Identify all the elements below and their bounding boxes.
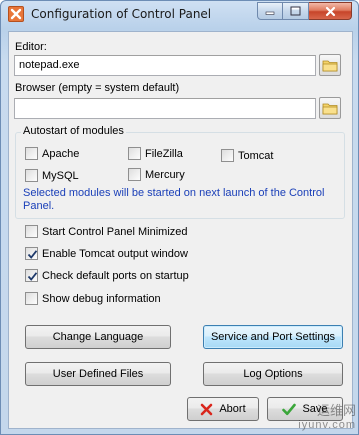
folder-icon [322,60,338,71]
configuration-window: Configuration of Control Panel Editor: n… [0,0,359,435]
caption-buttons [257,2,352,22]
checkbox-label: Show debug information [42,292,161,305]
checkbox-box[interactable] [25,247,38,260]
user-defined-files-button[interactable]: User Defined Files [25,362,171,386]
checkbox-label: Mercury [145,168,185,181]
service-port-settings-button[interactable]: Service and Port Settings [203,325,343,349]
module-checkbox-mercury[interactable]: Mercury [128,168,185,181]
option-debug-info[interactable]: Show debug information [25,292,161,305]
checkbox-label: MySQL [42,169,79,182]
checkmark-icon [27,272,38,281]
cancel-x-icon [200,403,213,416]
folder-icon [322,103,338,114]
module-checkbox-apache[interactable]: Apache [25,147,79,160]
change-language-button[interactable]: Change Language [25,325,171,349]
editor-browse-button[interactable] [319,54,341,76]
watermark-line-2: iyunv.com [298,419,356,431]
checkbox-label: Apache [42,147,80,160]
abort-label: Abort [219,403,246,415]
checkbox-label: Enable Tomcat output window [42,247,188,260]
maximize-icon [290,6,301,16]
editor-input[interactable]: notepad.exe [14,55,316,76]
watermark-line-1: 运维网 [316,403,356,418]
option-check-ports[interactable]: Check default ports on startup [25,269,189,282]
minimize-icon [265,11,275,15]
option-tomcat-output[interactable]: Enable Tomcat output window [25,247,188,260]
maximize-button[interactable] [283,2,309,20]
checkbox-box[interactable] [25,292,38,305]
log-options-button[interactable]: Log Options [203,362,343,386]
autostart-note: Selected modules will be started on next… [23,187,325,212]
close-icon [325,6,335,16]
window-title: Configuration of Control Panel [31,7,212,21]
checkbox-label: Check default ports on startup [42,269,189,282]
checkbox-box[interactable] [25,269,38,282]
module-checkbox-mysql[interactable]: MySQL [25,169,79,182]
checkbox-box[interactable] [25,147,38,160]
browser-label: Browser (empty = system default) [15,82,180,94]
checkbox-label: FileZilla [145,147,183,160]
checkbox-box[interactable] [128,147,141,160]
checkmark-icon [27,250,38,259]
browser-input[interactable] [14,98,316,119]
title-bar[interactable]: Configuration of Control Panel [1,1,358,29]
site-watermark: 运维网 iyunv.com [298,404,356,432]
checkbox-label: Tomcat [238,149,274,162]
editor-label: Editor: [15,41,47,53]
checkmark-icon [282,403,297,416]
option-start-minimized[interactable]: Start Control Panel Minimized [25,225,188,238]
close-button[interactable] [309,2,352,20]
checkbox-box[interactable] [25,225,38,238]
abort-button[interactable]: Abort [187,397,259,421]
checkbox-box[interactable] [25,169,38,182]
checkbox-label: Start Control Panel Minimized [42,225,188,238]
xampp-icon [8,6,24,22]
module-checkbox-filezilla[interactable]: FileZilla [128,147,183,160]
module-checkbox-tomcat[interactable]: Tomcat [221,149,273,162]
browser-browse-button[interactable] [319,97,341,119]
dialog-client-area: Editor: notepad.exe Browser (empty = sys… [8,31,353,429]
autostart-group-title: Autostart of modules [21,125,126,137]
checkbox-box[interactable] [128,168,141,181]
minimize-button[interactable] [257,2,283,20]
checkbox-box[interactable] [221,149,234,162]
